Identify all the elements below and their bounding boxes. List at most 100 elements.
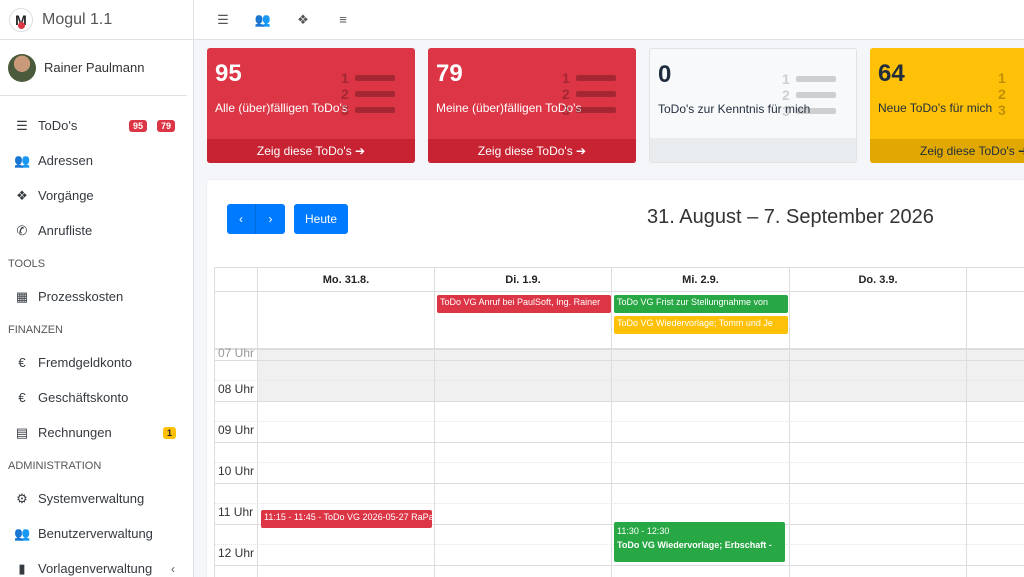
avatar	[8, 53, 36, 82]
brand-logo: M	[9, 7, 33, 32]
phone-icon: ✆	[16, 222, 28, 238]
box-my-overdue: 79 Meine (über)fälligen ToDo's 1 2 3 Zei…	[428, 48, 636, 163]
day-column[interactable]	[258, 350, 435, 577]
sidebar-item-label: Systemverwaltung	[38, 491, 145, 506]
sidebar-item-label: Vorlagenverwaltung	[38, 561, 153, 576]
sidebar-item-anrufliste[interactable]: ✆ Anrufliste	[0, 213, 193, 248]
users-icon[interactable]: 👥	[252, 12, 274, 28]
menu-toggle-icon[interactable]: ☰	[212, 12, 234, 28]
sidebar-item-label: Vorgänge	[38, 188, 94, 203]
invoice-icon: ▤	[15, 424, 29, 440]
day-header[interactable]: Mi. 2.9.	[612, 268, 790, 292]
event-time: 11:30 - 12:30	[617, 526, 670, 536]
box-footer-link[interactable]: Zeig diese ToDo's ➔	[870, 139, 1024, 163]
box-for-info: 0 ToDo's zur Kenntnis für mich 1 2 3	[649, 48, 857, 163]
nav-header-finanzen: FINANZEN	[8, 323, 63, 336]
day-header[interactable]	[967, 268, 1024, 292]
sidebar-item-benutzerverwaltung[interactable]: 👥 Benutzerverwaltung	[0, 516, 193, 551]
calculator-icon: ▦	[15, 288, 29, 304]
todo-overdue-badge: 95	[129, 120, 148, 132]
list-ol-icon[interactable]: ≡	[332, 12, 354, 27]
calendar-grid: Mo. 31.8. Di. 1.9. Mi. 2.9. Do. 3.9. 07 …	[214, 267, 1024, 577]
sidebar-item-label: Prozesskosten	[38, 289, 124, 304]
nav-header-administration: ADMINISTRATION	[8, 459, 102, 472]
allday-axis	[215, 292, 258, 350]
list-ol-icon: 1 2 3	[998, 70, 1006, 118]
calendar-today-button[interactable]: Heute	[294, 204, 348, 234]
user-panel[interactable]: Rainer Paulmann	[0, 40, 187, 96]
time-axis-column	[215, 350, 258, 577]
calendar-event[interactable]: 11:15 - 11:45 - ToDo VG 2026-05-27 RaPa;	[261, 510, 432, 528]
brand-link[interactable]: M Mogul 1.1	[0, 0, 193, 40]
time-axis-header	[215, 268, 258, 292]
calendar-nav-group: ‹ ›	[227, 204, 285, 234]
day-column[interactable]	[435, 350, 612, 577]
event-title: ToDo VG Wiedervorlage; Erbschaft -	[617, 540, 772, 550]
box-number: 79	[436, 60, 463, 87]
sidebar-item-label: Benutzerverwaltung	[38, 526, 153, 541]
sidebar-nav: ☰ ToDo's 95 79 👥 Adressen ❖ Vorgänge ✆ A…	[0, 96, 193, 577]
list-ol-icon: 1 2 3	[341, 70, 403, 120]
calendar-event[interactable]: ToDo VG Wiedervorlage; Tomm und Je	[614, 316, 788, 334]
sidebar: M Mogul 1.1 Rainer Paulmann ☰ ToDo's 95 …	[0, 0, 194, 577]
calendar-event[interactable]: 11:30 - 12:30 ToDo VG Wiedervorlage; Erb…	[614, 522, 785, 562]
box-label: Meine (über)fälligen ToDo's	[436, 101, 582, 115]
file-icon: ▮	[18, 560, 26, 576]
day-column[interactable]	[790, 350, 967, 577]
calendar-title: 31. August – 7. September 2026	[647, 206, 934, 228]
box-number: 64	[878, 60, 905, 87]
sidebar-item-label: ToDo's	[38, 118, 78, 133]
calendar-event[interactable]: ToDo VG Frist zur Stellungnahme von	[614, 295, 788, 313]
sidebar-item-vorgaenge[interactable]: ❖ Vorgänge	[0, 178, 193, 213]
box-new-todos: 64 Neue ToDo's für mich 1 2 3 Zeig diese…	[870, 48, 1024, 163]
sidebar-item-systemverwaltung[interactable]: ⚙ Systemverwaltung	[0, 481, 193, 516]
chevron-left-icon: ‹	[171, 561, 175, 576]
allday-cell[interactable]	[790, 292, 967, 350]
sidebar-item-geschaeftskonto[interactable]: € Geschäftskonto	[0, 380, 193, 415]
nav-header-tools: TOOLS	[8, 257, 46, 270]
sidebar-item-label: Adressen	[38, 153, 93, 168]
box-label: Alle (über)fälligen ToDo's	[215, 101, 348, 115]
sidebar-item-todos[interactable]: ☰ ToDo's 95 79	[0, 108, 193, 143]
brand-name: Mogul 1.1	[42, 10, 113, 28]
box-label: Neue ToDo's für mich	[878, 101, 993, 115]
sidebar-item-label: Rechnungen	[38, 425, 112, 440]
users-cog-icon: 👥	[14, 525, 31, 541]
allday-cell[interactable]	[967, 292, 1024, 350]
box-number: 95	[215, 60, 242, 87]
list-ol-icon: ☰	[16, 117, 28, 133]
sidebar-item-label: Anrufliste	[38, 223, 93, 238]
euro-icon: €	[18, 355, 26, 370]
calendar-event[interactable]: ToDo VG Anruf bei PaulSoft, Ing. Rainer	[437, 295, 611, 313]
sidebar-item-adressen[interactable]: 👥 Adressen	[0, 143, 193, 178]
box-footer	[650, 138, 856, 162]
box-footer-link[interactable]: Zeig diese ToDo's ➔	[207, 139, 415, 163]
cubes-icon[interactable]: ❖	[292, 12, 314, 28]
users-icon: 👥	[14, 152, 31, 168]
user-name: Rainer Paulmann	[44, 60, 145, 75]
invoice-badge: 1	[163, 427, 177, 439]
day-header[interactable]: Di. 1.9.	[435, 268, 612, 292]
calendar-prev-button[interactable]: ‹	[227, 204, 256, 234]
topbar: ☰ 👥 ❖ ≡	[194, 0, 1024, 40]
allday-cell[interactable]	[258, 292, 435, 350]
sidebar-item-fremdgeldkonto[interactable]: € Fremdgeldkonto	[0, 345, 193, 380]
list-ol-icon: 1 2 3	[562, 70, 624, 120]
sidebar-item-label: Fremdgeldkonto	[38, 355, 132, 370]
cubes-icon: ❖	[16, 187, 28, 203]
euro-icon: €	[18, 390, 26, 405]
todo-mine-badge: 79	[157, 120, 176, 132]
calendar-next-button[interactable]: ›	[256, 204, 285, 234]
sidebar-item-rechnungen[interactable]: ▤ Rechnungen 1	[0, 415, 193, 450]
sidebar-item-prozesskosten[interactable]: ▦ Prozesskosten	[0, 279, 193, 314]
sidebar-item-vorlagenverwaltung[interactable]: ▮ Vorlagenverwaltung ‹	[0, 551, 193, 577]
box-all-overdue: 95 Alle (über)fälligen ToDo's 1 2 3 Zeig…	[207, 48, 415, 163]
day-header[interactable]: Mo. 31.8.	[258, 268, 435, 292]
list-ol-icon: 1 2 3	[782, 71, 844, 121]
box-number: 0	[658, 61, 672, 88]
box-footer-link[interactable]: Zeig diese ToDo's ➔	[428, 139, 636, 163]
day-header[interactable]: Do. 3.9.	[790, 268, 967, 292]
calendar-card: ‹ › Heute 31. August – 7. September 2026…	[207, 180, 1024, 577]
cogs-icon: ⚙	[16, 490, 28, 506]
sidebar-item-label: Geschäftskonto	[38, 390, 129, 405]
